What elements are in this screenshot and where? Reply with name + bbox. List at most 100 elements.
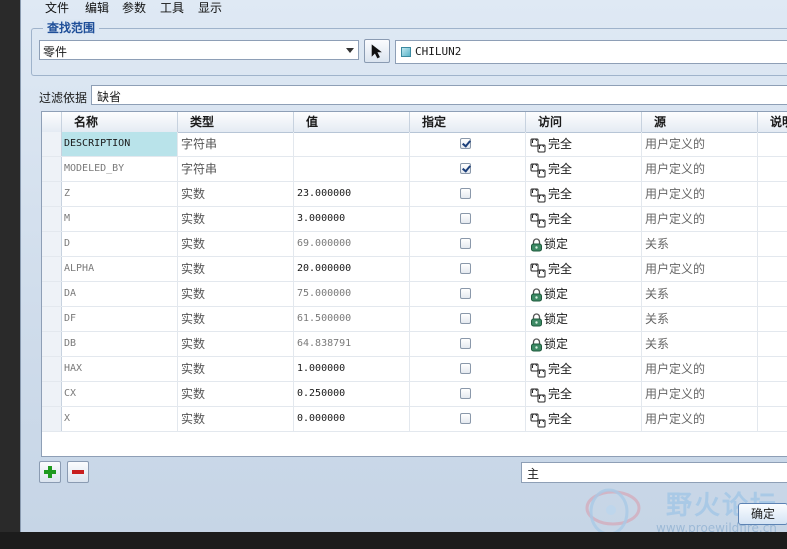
param-value-cell[interactable]: 1.000000 xyxy=(294,357,410,381)
param-type-cell[interactable]: 字符串 xyxy=(178,132,294,156)
table-row[interactable]: DF 实数 61.500000 锁定 关系 xyxy=(42,307,787,332)
param-name-cell[interactable]: DF xyxy=(62,307,178,331)
designate-checkbox[interactable] xyxy=(460,138,471,149)
menu-file[interactable]: 文件 xyxy=(45,0,69,16)
table-row[interactable]: Z 实数 23.000000 完全 用户定义的 xyxy=(42,182,787,207)
param-name-cell[interactable]: X xyxy=(62,407,178,431)
menu-edit[interactable]: 编辑 xyxy=(85,0,109,16)
param-value-cell[interactable] xyxy=(294,157,410,181)
remove-parameter-button[interactable] xyxy=(67,461,89,483)
designate-checkbox[interactable] xyxy=(460,313,471,324)
scope-type-select[interactable]: 零件 xyxy=(39,40,359,60)
param-name-cell[interactable]: ALPHA xyxy=(62,257,178,281)
param-type-cell[interactable]: 实数 xyxy=(178,282,294,306)
param-type-cell[interactable]: 实数 xyxy=(178,207,294,231)
description-cell[interactable] xyxy=(758,182,787,206)
row-header[interactable] xyxy=(42,407,62,431)
param-value-cell[interactable]: 0.000000 xyxy=(294,407,410,431)
param-type-cell[interactable]: 实数 xyxy=(178,232,294,256)
param-name-cell[interactable]: Z xyxy=(62,182,178,206)
designate-checkbox[interactable] xyxy=(460,288,471,299)
row-header[interactable] xyxy=(42,157,62,181)
access-cell[interactable]: 完全 xyxy=(526,182,642,206)
param-name-cell[interactable]: MODELED_BY xyxy=(62,157,178,181)
description-cell[interactable] xyxy=(758,382,787,406)
param-name-cell[interactable]: CX xyxy=(62,382,178,406)
table-row[interactable]: CX 实数 0.250000 完全 用户定义的 xyxy=(42,382,787,407)
model-name-field[interactable]: CHILUN2 xyxy=(395,40,787,64)
access-cell[interactable]: 完全 xyxy=(526,132,642,156)
access-cell[interactable]: 锁定 xyxy=(526,332,642,356)
designate-checkbox[interactable] xyxy=(460,263,471,274)
access-cell[interactable]: 完全 xyxy=(526,257,642,281)
access-cell[interactable]: 完全 xyxy=(526,157,642,181)
description-cell[interactable] xyxy=(758,282,787,306)
param-name-cell[interactable]: DB xyxy=(62,332,178,356)
param-type-cell[interactable]: 实数 xyxy=(178,182,294,206)
description-cell[interactable] xyxy=(758,132,787,156)
param-value-cell[interactable]: 61.500000 xyxy=(294,307,410,331)
table-row[interactable]: DA 实数 75.000000 锁定 关系 xyxy=(42,282,787,307)
table-row[interactable]: D 实数 69.000000 锁定 关系 xyxy=(42,232,787,257)
access-cell[interactable]: 完全 xyxy=(526,357,642,381)
param-name-cell[interactable]: HAX xyxy=(62,357,178,381)
column-header-name[interactable]: 名称 xyxy=(62,112,178,132)
param-name-cell[interactable]: DA xyxy=(62,282,178,306)
designate-checkbox[interactable] xyxy=(460,238,471,249)
param-type-cell[interactable]: 实数 xyxy=(178,307,294,331)
param-value-cell[interactable]: 75.000000 xyxy=(294,282,410,306)
row-header[interactable] xyxy=(42,282,62,306)
menu-params[interactable]: 参数 xyxy=(122,0,146,16)
menu-tools[interactable]: 工具 xyxy=(160,0,184,16)
access-cell[interactable]: 锁定 xyxy=(526,307,642,331)
description-cell[interactable] xyxy=(758,307,787,331)
table-row[interactable]: HAX 实数 1.000000 完全 用户定义的 xyxy=(42,357,787,382)
table-row[interactable]: M 实数 3.000000 完全 用户定义的 xyxy=(42,207,787,232)
designate-checkbox[interactable] xyxy=(460,188,471,199)
description-cell[interactable] xyxy=(758,357,787,381)
description-cell[interactable] xyxy=(758,207,787,231)
param-type-cell[interactable]: 实数 xyxy=(178,357,294,381)
param-value-cell[interactable] xyxy=(294,132,410,156)
access-cell[interactable]: 完全 xyxy=(526,207,642,231)
param-type-cell[interactable]: 实数 xyxy=(178,257,294,281)
row-header[interactable] xyxy=(42,307,62,331)
param-value-cell[interactable]: 0.250000 xyxy=(294,382,410,406)
column-header-source[interactable]: 源 xyxy=(642,112,758,132)
designate-checkbox[interactable] xyxy=(460,413,471,424)
description-cell[interactable] xyxy=(758,332,787,356)
param-type-cell[interactable]: 实数 xyxy=(178,382,294,406)
param-type-cell[interactable]: 实数 xyxy=(178,332,294,356)
access-cell[interactable]: 完全 xyxy=(526,407,642,431)
select-model-button[interactable] xyxy=(364,39,390,63)
row-header[interactable] xyxy=(42,357,62,381)
param-value-cell[interactable]: 69.000000 xyxy=(294,232,410,256)
row-header[interactable] xyxy=(42,382,62,406)
main-field[interactable]: 主 xyxy=(521,462,787,483)
column-header-designate[interactable]: 指定 xyxy=(410,112,526,132)
table-row[interactable]: X 实数 0.000000 完全 用户定义的 xyxy=(42,407,787,432)
row-header[interactable] xyxy=(42,232,62,256)
description-cell[interactable] xyxy=(758,257,787,281)
row-header[interactable] xyxy=(42,182,62,206)
menu-display[interactable]: 显示 xyxy=(198,0,222,16)
param-type-cell[interactable]: 字符串 xyxy=(178,157,294,181)
param-name-cell[interactable]: D xyxy=(62,232,178,256)
table-row[interactable]: MODELED_BY 字符串 完全 用户定义的 xyxy=(42,157,787,182)
designate-checkbox[interactable] xyxy=(460,338,471,349)
ok-button[interactable]: 确定 xyxy=(738,503,787,525)
designate-checkbox[interactable] xyxy=(460,363,471,374)
column-header-description[interactable]: 说明 xyxy=(758,112,787,132)
description-cell[interactable] xyxy=(758,157,787,181)
description-cell[interactable] xyxy=(758,232,787,256)
row-header[interactable] xyxy=(42,332,62,356)
column-header-access[interactable]: 访问 xyxy=(526,112,642,132)
description-cell[interactable] xyxy=(758,407,787,431)
table-row[interactable]: DESCRIPTION 字符串 完全 用户定义的 xyxy=(42,132,787,157)
param-value-cell[interactable]: 64.838791 xyxy=(294,332,410,356)
access-cell[interactable]: 完全 xyxy=(526,382,642,406)
row-header[interactable] xyxy=(42,132,62,156)
param-value-cell[interactable]: 20.000000 xyxy=(294,257,410,281)
param-value-cell[interactable]: 3.000000 xyxy=(294,207,410,231)
row-header[interactable] xyxy=(42,207,62,231)
